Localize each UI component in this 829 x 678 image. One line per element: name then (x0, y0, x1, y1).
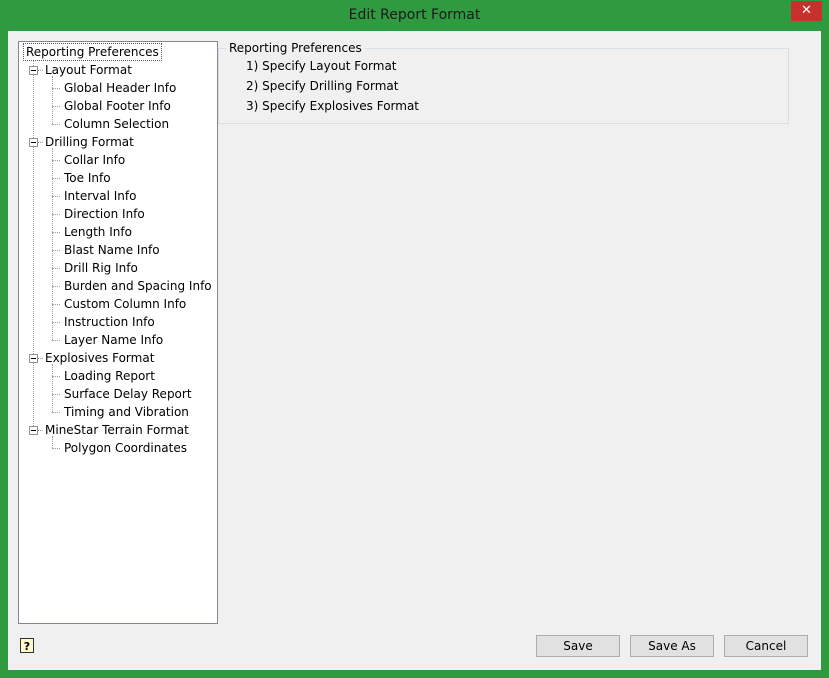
dialog-window: Edit Report Format ✕ Reporting Preferenc… (0, 0, 829, 678)
tree-item-collar-info[interactable]: Collar Info (62, 152, 127, 168)
save-as-button[interactable]: Save As (630, 635, 714, 657)
tree-item-blast-name-info[interactable]: Blast Name Info (62, 242, 162, 258)
title-bar[interactable]: Edit Report Format ✕ (0, 0, 829, 31)
tree-group-minestar-terrain-format[interactable]: MineStar Terrain Format (43, 422, 191, 438)
tree-group-explosives-format[interactable]: Explosives Format (43, 350, 156, 366)
tree-connector (52, 214, 60, 215)
tree-connector (52, 376, 60, 377)
tree-item-column-selection[interactable]: Column Selection (62, 116, 171, 132)
tree-item-burden-and-spacing-info[interactable]: Burden and Spacing Info (62, 278, 214, 294)
navigation-tree[interactable]: Reporting Preferences Layout Format Global… (18, 41, 218, 624)
tree-connector (33, 60, 34, 426)
step-explosives-format: 3) Specify Explosives Format (246, 99, 420, 113)
tree-connector (52, 148, 53, 340)
collapse-icon[interactable] (29, 66, 38, 75)
tree-item-direction-info[interactable]: Direction Info (62, 206, 147, 222)
window-title: Edit Report Format (348, 7, 481, 23)
tree-connector (52, 250, 60, 251)
dialog-client-area: Reporting Preferences Layout Format Global… (8, 31, 821, 670)
step-drilling-format: 2) Specify Drilling Format (246, 79, 399, 93)
collapse-icon[interactable] (29, 354, 38, 363)
tree-item-length-info[interactable]: Length Info (62, 224, 134, 240)
collapse-icon[interactable] (29, 138, 38, 147)
tree-item-drill-rig-info[interactable]: Drill Rig Info (62, 260, 140, 276)
tree-connector (52, 412, 60, 413)
save-button[interactable]: Save (536, 635, 620, 657)
tree-item-global-header-info[interactable]: Global Header Info (62, 80, 178, 96)
tree-item-interval-info[interactable]: Interval Info (62, 188, 138, 204)
tree-connector (52, 232, 60, 233)
tree-connector (52, 304, 60, 305)
tree-connector (52, 76, 53, 124)
tree-connector (52, 322, 60, 323)
tree-item-polygon-coordinates[interactable]: Polygon Coordinates (62, 440, 189, 456)
tree-item-global-footer-info[interactable]: Global Footer Info (62, 98, 173, 114)
tree-item-instruction-info[interactable]: Instruction Info (62, 314, 157, 330)
step-layout-format: 1) Specify Layout Format (246, 59, 397, 73)
tree-group-drilling-format[interactable]: Drilling Format (43, 134, 136, 150)
groupbox-legend: Reporting Preferences (226, 41, 365, 55)
tree-connector (52, 106, 60, 107)
tree-connector (52, 88, 60, 89)
help-icon[interactable]: ? (20, 638, 34, 653)
collapse-icon[interactable] (29, 426, 38, 435)
tree-item-timing-and-vibration[interactable]: Timing and Vibration (62, 404, 191, 420)
tree-connector (52, 178, 60, 179)
tree-connector (52, 340, 60, 341)
tree-connector (52, 160, 60, 161)
tree-connector (52, 448, 60, 449)
tree-connector (52, 124, 60, 125)
tree-root-reporting-preferences[interactable]: Reporting Preferences (23, 43, 162, 61)
close-button[interactable]: ✕ (791, 1, 822, 21)
tree-item-layer-name-info[interactable]: Layer Name Info (62, 332, 165, 348)
tree-group-layout-format[interactable]: Layout Format (43, 62, 134, 78)
tree-connector (52, 436, 53, 448)
cancel-button[interactable]: Cancel (724, 635, 808, 657)
tree-connector (52, 196, 60, 197)
tree-item-loading-report[interactable]: Loading Report (62, 368, 157, 384)
tree-connector (52, 286, 60, 287)
tree-item-custom-column-info[interactable]: Custom Column Info (62, 296, 188, 312)
tree-item-surface-delay-report[interactable]: Surface Delay Report (62, 386, 194, 402)
tree-connector (52, 268, 60, 269)
tree-connector (52, 364, 53, 412)
tree-connector (52, 394, 60, 395)
tree-item-toe-info[interactable]: Toe Info (62, 170, 113, 186)
